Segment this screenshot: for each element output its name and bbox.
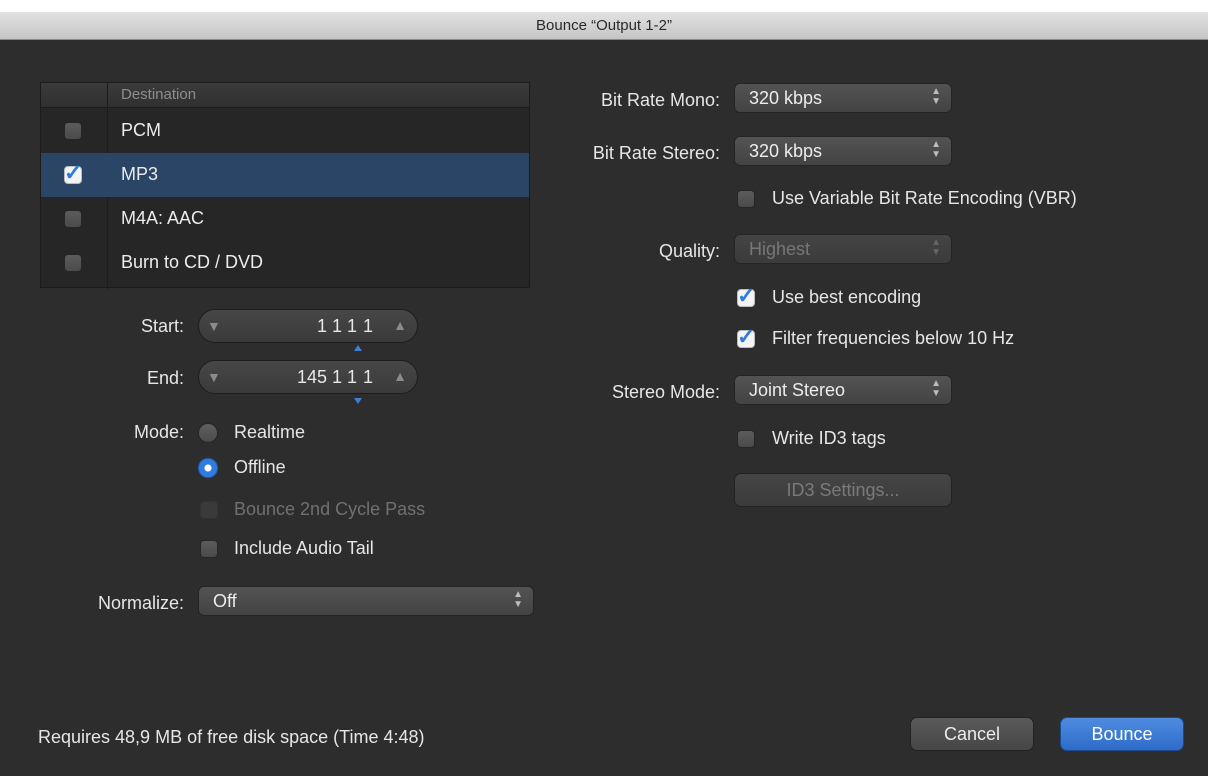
window-title: Bounce “Output 1-2” [0,12,1208,40]
normalize-popup[interactable]: Off ▲ ▼ [198,586,534,616]
bitrate-stereo-popup[interactable]: 320 kbps ▲ ▼ [734,136,952,166]
audio-tail-checkbox[interactable] [200,540,218,558]
vbr-label[interactable]: Use Variable Bit Rate Encoding (VBR) [772,188,1077,209]
cancel-button[interactable]: Cancel [910,717,1034,751]
audio-tail-label[interactable]: Include Audio Tail [234,538,374,559]
realtime-label[interactable]: Realtime [234,422,305,443]
quality-label: Quality: [658,241,720,261]
id3-tags-label[interactable]: Write ID3 tags [772,428,886,449]
popup-arrows-icon: ▲ ▼ [931,378,941,399]
bitrate-mono-popup[interactable]: 320 kbps ▲ ▼ [734,83,952,113]
destination-header: Destination [41,83,529,289]
mode-label: Mode: [133,422,184,442]
destination-label: PCM [121,120,161,140]
bitrate-stereo-value: 320 kbps [749,141,823,161]
end-label: End: [146,368,184,388]
bitrate-mono-value: 320 kbps [749,88,823,108]
destination-header-label: Destination [121,86,197,103]
id3-tags-checkbox[interactable] [737,430,755,448]
filter-label[interactable]: Filter frequencies below 10 Hz [772,328,1014,349]
normalize-value: Off [213,591,237,611]
disk-space-info: Requires 48,9 MB of free disk space (Tim… [38,727,425,747]
end-position-field[interactable]: ▼ 145 1 1 1 ▲ [198,360,418,394]
id3-settings-button[interactable]: ID3 Settings... [734,473,952,507]
decrement-icon[interactable]: ▼ [207,318,221,334]
quality-value: Highest [749,239,811,259]
filter-checkbox[interactable]: ✓ [737,326,755,348]
normalize-label: Normalize: [97,593,184,613]
start-marker-icon [354,345,362,351]
checkmark-icon: ✓ [737,283,756,308]
checkmark-icon: ✓ [64,160,83,185]
increment-icon[interactable]: ▲ [393,317,407,333]
best-encoding-label[interactable]: Use best encoding [772,287,921,308]
burn-checkbox[interactable] [64,254,82,272]
end-tick-value: 1 [363,367,374,387]
offline-radio[interactable] [198,458,218,478]
end-position-value: 145 1 1 [296,367,357,387]
popup-arrows-icon: ▲ ▼ [931,237,941,258]
bounce-dialog: Bounce “Output 1-2” Destination PCM ✓ MP… [0,0,1208,776]
destination-label: M4A: AAC [121,208,205,228]
popup-arrows-icon: ▲ ▼ [931,86,941,107]
start-label: Start: [140,316,184,336]
destination-table: Destination PCM ✓ MP3 M4A: AAC Burn to C… [40,82,530,289]
best-encoding-checkbox[interactable]: ✓ [737,285,755,307]
vbr-checkbox[interactable] [737,190,755,208]
stereo-mode-value: Joint Stereo [749,380,846,400]
bounce-button[interactable]: Bounce [1060,717,1184,751]
destination-row-pcm[interactable]: PCM [41,109,529,153]
offline-label[interactable]: Offline [234,457,286,478]
top-strip [0,0,1208,12]
destination-row-m4a[interactable]: M4A: AAC [41,197,529,241]
m4a-checkbox[interactable] [64,210,82,228]
decrement-icon[interactable]: ▼ [207,369,221,385]
destination-row-burn[interactable]: Burn to CD / DVD [41,241,529,285]
stereo-mode-label: Stereo Mode: [611,382,720,402]
destination-row-mp3[interactable]: ✓ MP3 [41,153,529,197]
start-tick-value: 1 [363,316,374,336]
popup-arrows-icon: ▲ ▼ [513,589,523,610]
start-position-field[interactable]: ▼ 1 1 1 1 ▲ [198,309,418,343]
realtime-radio[interactable] [198,423,218,443]
quality-popup[interactable]: Highest ▲ ▼ [734,234,952,264]
popup-arrows-icon: ▲ ▼ [931,139,941,160]
end-marker-icon [354,398,362,404]
bitrate-mono-label: Bit Rate Mono: [600,90,720,110]
checkmark-icon: ✓ [737,324,756,349]
destination-label: Burn to CD / DVD [121,252,264,272]
mp3-checkbox[interactable]: ✓ [64,162,82,184]
second-cycle-checkbox[interactable] [200,501,218,519]
increment-icon[interactable]: ▲ [393,368,407,384]
bitrate-stereo-label: Bit Rate Stereo: [592,143,720,163]
destination-label: MP3 [121,164,159,184]
pcm-checkbox[interactable] [64,122,82,140]
second-cycle-label: Bounce 2nd Cycle Pass [234,499,426,519]
start-position-value: 1 1 1 [316,316,357,336]
stereo-mode-popup[interactable]: Joint Stereo ▲ ▼ [734,375,952,405]
